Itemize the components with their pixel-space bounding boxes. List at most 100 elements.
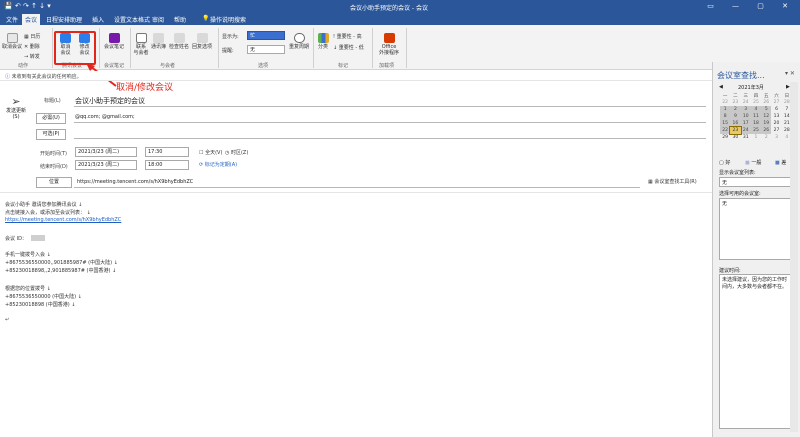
importance-low-button[interactable]: ↓ 重要性 - 低: [333, 44, 364, 51]
calendar-day[interactable]: 4: [750, 106, 762, 113]
calendar-icon[interactable]: ▦ 日历: [24, 33, 40, 40]
body-line: 手机一键拨号入会 ↓: [5, 252, 51, 258]
window-controls[interactable]: ▭ — ▢ ✕: [707, 2, 796, 10]
calendar-day[interactable]: 18: [750, 120, 762, 127]
categorize-button[interactable]: 分类: [316, 33, 330, 50]
end-date-field[interactable]: 2021/3/23 (周二): [75, 160, 137, 170]
calendar-month: 2021年3月: [738, 85, 764, 91]
reminder-select[interactable]: 无: [247, 45, 285, 54]
calendar-day[interactable]: 25: [750, 127, 762, 134]
calendar-day[interactable]: 24: [741, 99, 751, 106]
tell-me-search[interactable]: 操作说明搜索: [208, 15, 248, 24]
group-label-options: 选项: [258, 63, 269, 69]
group-label-addins: 加载项: [379, 63, 395, 69]
tab-file[interactable]: 文件: [4, 15, 20, 24]
required-button[interactable]: 必需(U): [36, 113, 66, 124]
tab-insert[interactable]: 插入: [90, 15, 106, 24]
check-names-button[interactable]: 检查姓名: [168, 33, 190, 50]
calendar-day[interactable]: 1: [720, 106, 731, 113]
calendar-day[interactable]: 29: [720, 134, 730, 141]
weekday-header: 一: [722, 93, 728, 99]
calendar-day[interactable]: 25: [751, 99, 761, 106]
calendar-day[interactable]: 12: [761, 113, 772, 120]
divider: [130, 28, 131, 68]
body-line: +85230018898 (中国香港) ↓: [5, 302, 76, 308]
calendar-day[interactable]: 16: [730, 120, 741, 127]
calendar-day[interactable]: 6: [771, 106, 781, 113]
make-recurring-link[interactable]: ⟳ 标记为定期(A): [199, 161, 237, 168]
timezone-button[interactable]: ◷ 时区(Z): [225, 149, 248, 156]
tab-scheduling-assistant[interactable]: 日程安排助理: [44, 15, 84, 24]
calendar-day[interactable]: 30: [730, 134, 740, 141]
prev-month-icon[interactable]: ◀: [719, 84, 723, 90]
recurrence-button[interactable]: 重复周期: [288, 33, 310, 50]
body-line: 根据您的位置拨号 ↓: [5, 286, 51, 292]
calendar-day[interactable]: 5: [761, 106, 772, 113]
cancel-meeting-button[interactable]: 取消会议: [2, 33, 22, 50]
office-addins-button[interactable]: Office 外接程序: [376, 33, 402, 56]
response-options-button[interactable]: 回复选项: [191, 33, 213, 50]
calendar-day[interactable]: 2: [730, 106, 741, 113]
calendar-day[interactable]: 8: [720, 113, 731, 120]
delete-button[interactable]: ✕ 删除: [24, 43, 40, 50]
meeting-link[interactable]: https://meeting.tencent.com/s/hX9bhyEdbh…: [5, 217, 121, 223]
contact-attendees-button[interactable]: 联系 与会者: [133, 33, 149, 56]
quick-access-toolbar[interactable]: 💾 ↶ ↷ ↑ ↓ ▾: [4, 2, 51, 10]
body-line: 会议小助手 邀请您参加腾讯会议 ↓: [5, 202, 83, 208]
calendar-day[interactable]: 17: [740, 120, 751, 127]
all-day-checkbox[interactable]: ☐ 全天(V): [199, 149, 222, 156]
calendar-day[interactable]: 2: [761, 134, 771, 141]
calendar-day[interactable]: 11: [750, 113, 762, 120]
pane-close-icon[interactable]: ▾ ✕: [785, 70, 795, 77]
calendar-day[interactable]: 9: [730, 113, 741, 120]
category-icon: [317, 33, 329, 43]
body-line: ↵: [5, 317, 10, 323]
optional-button[interactable]: 可选(P): [36, 129, 66, 140]
start-time-field[interactable]: 17:30: [145, 147, 189, 157]
annotation-label: 取消/修改会议: [116, 83, 174, 93]
title-underline: [74, 106, 706, 107]
calendar-day[interactable]: 1: [751, 134, 761, 141]
forward-button[interactable]: → 转发: [24, 53, 40, 60]
available-rooms-list[interactable]: 无: [719, 198, 793, 260]
calendar-day[interactable]: 27: [771, 99, 781, 106]
calendar-day[interactable]: 10: [740, 113, 751, 120]
tab-format-text[interactable]: 设置文本格式: [112, 15, 152, 24]
calendar-day[interactable]: 27: [771, 127, 781, 134]
calendar-day[interactable]: 23: [730, 99, 740, 106]
calendar-day[interactable]: 31: [741, 134, 751, 141]
start-date-field[interactable]: 2021/3/23 (周二): [75, 147, 137, 157]
room-list-select[interactable]: 无: [719, 177, 793, 187]
calendar-day[interactable]: 24: [740, 127, 751, 134]
calendar-day[interactable]: 26: [761, 99, 771, 106]
title-field[interactable]: 会议小助手预定的会议: [75, 96, 145, 106]
end-time-field[interactable]: 18:00: [145, 160, 189, 170]
divider: [313, 28, 314, 68]
calendar-day[interactable]: 15: [720, 120, 731, 127]
meeting-notes-button[interactable]: 会议笔记: [103, 33, 125, 50]
calendar-day[interactable]: 22: [720, 99, 730, 106]
pane-scrollbar[interactable]: [790, 82, 798, 432]
calendar-day[interactable]: 19: [761, 120, 772, 127]
calendar-day[interactable]: 20: [771, 120, 781, 127]
group-label-attendees: 与会者: [160, 63, 176, 69]
calendar-day[interactable]: 26: [761, 127, 772, 134]
tab-meeting[interactable]: 会议: [22, 14, 41, 25]
send-update-button[interactable]: ➢ 发送更新(S): [5, 95, 27, 120]
required-attendees-field[interactable]: @qq.com; @gmail.com;: [75, 114, 135, 120]
show-as-select[interactable]: 忙: [247, 31, 285, 40]
importance-high-button[interactable]: ! 重要性 - 高: [333, 33, 362, 40]
tab-help[interactable]: 帮助: [172, 15, 188, 24]
info-icon: ⓘ: [5, 74, 12, 80]
room-finder-button[interactable]: ▦ 会议室查找工具(R): [648, 178, 697, 185]
address-book-button[interactable]: 通讯簿: [150, 33, 167, 50]
calendar-day[interactable]: 13: [771, 113, 781, 120]
location-field[interactable]: https://meeting.tencent.com/s/hX9bhyEdbh…: [77, 179, 193, 185]
location-button[interactable]: 位置: [36, 177, 72, 188]
tab-review[interactable]: 审阅: [150, 15, 166, 24]
calendar-day[interactable]: 3: [771, 134, 781, 141]
calendar-day[interactable]: 23: [729, 126, 742, 135]
mini-calendar: 一二三四五六日 22 23 24 25 26 27 28 1 2 3 4 5 6 7 8 9 10 11 12 13 1…: [720, 92, 792, 141]
calendar-day[interactable]: 3: [740, 106, 751, 113]
calendar-day[interactable]: 22: [720, 127, 731, 134]
